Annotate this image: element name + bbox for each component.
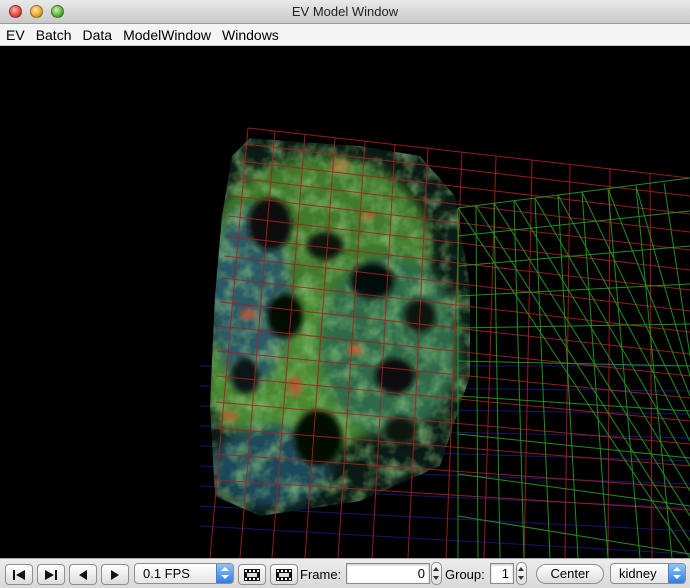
dataset-select-arrows-icon xyxy=(668,564,685,583)
film-icon xyxy=(275,568,293,582)
playback-toolbar: 0.1 FPS Frame: 0 Group: 1 Center kidney xyxy=(0,558,690,588)
menu-windows[interactable]: Windows xyxy=(216,25,284,45)
film-button-1[interactable] xyxy=(238,564,266,585)
menu-ev[interactable]: EV xyxy=(0,25,30,45)
fps-select-arrows-icon xyxy=(216,564,233,583)
fps-select[interactable]: 0.1 FPS xyxy=(134,563,234,584)
group-stepper[interactable] xyxy=(516,562,527,585)
window-title: EV Model Window xyxy=(291,4,399,19)
play-button[interactable] xyxy=(101,564,129,585)
last-frame-icon xyxy=(44,569,58,581)
frame-stepper[interactable] xyxy=(431,562,442,585)
dataset-select[interactable]: kidney xyxy=(610,563,686,584)
first-frame-button[interactable] xyxy=(5,564,33,585)
play-icon xyxy=(109,569,121,581)
volume-render xyxy=(199,127,690,558)
title-bar[interactable]: EV Model Window xyxy=(0,0,690,24)
last-frame-button[interactable] xyxy=(37,564,65,585)
tissue-volume xyxy=(210,138,470,516)
menu-modelwindow[interactable]: ModelWindow xyxy=(117,25,216,45)
group-field[interactable]: 1 xyxy=(490,563,514,584)
frame-label: Frame: xyxy=(300,567,342,582)
model-window: EV Model Window EV Batch Data ModelWindo… xyxy=(0,0,690,588)
step-back-icon xyxy=(77,569,89,581)
menu-bar: EV Batch Data ModelWindow Windows xyxy=(0,24,690,46)
step-back-button[interactable] xyxy=(69,564,97,585)
green-grid xyxy=(457,177,690,558)
film-button-2[interactable] xyxy=(270,564,298,585)
film-icon xyxy=(243,568,261,582)
menu-data[interactable]: Data xyxy=(77,25,118,45)
first-frame-icon xyxy=(12,569,26,581)
fps-value: 0.1 FPS xyxy=(143,566,190,581)
frame-field[interactable]: 0 xyxy=(346,563,430,584)
3d-viewport[interactable] xyxy=(0,46,690,558)
dataset-value: kidney xyxy=(619,566,657,581)
center-button[interactable]: Center xyxy=(536,564,604,584)
group-label: Group: xyxy=(445,567,485,582)
menu-batch[interactable]: Batch xyxy=(30,25,77,45)
